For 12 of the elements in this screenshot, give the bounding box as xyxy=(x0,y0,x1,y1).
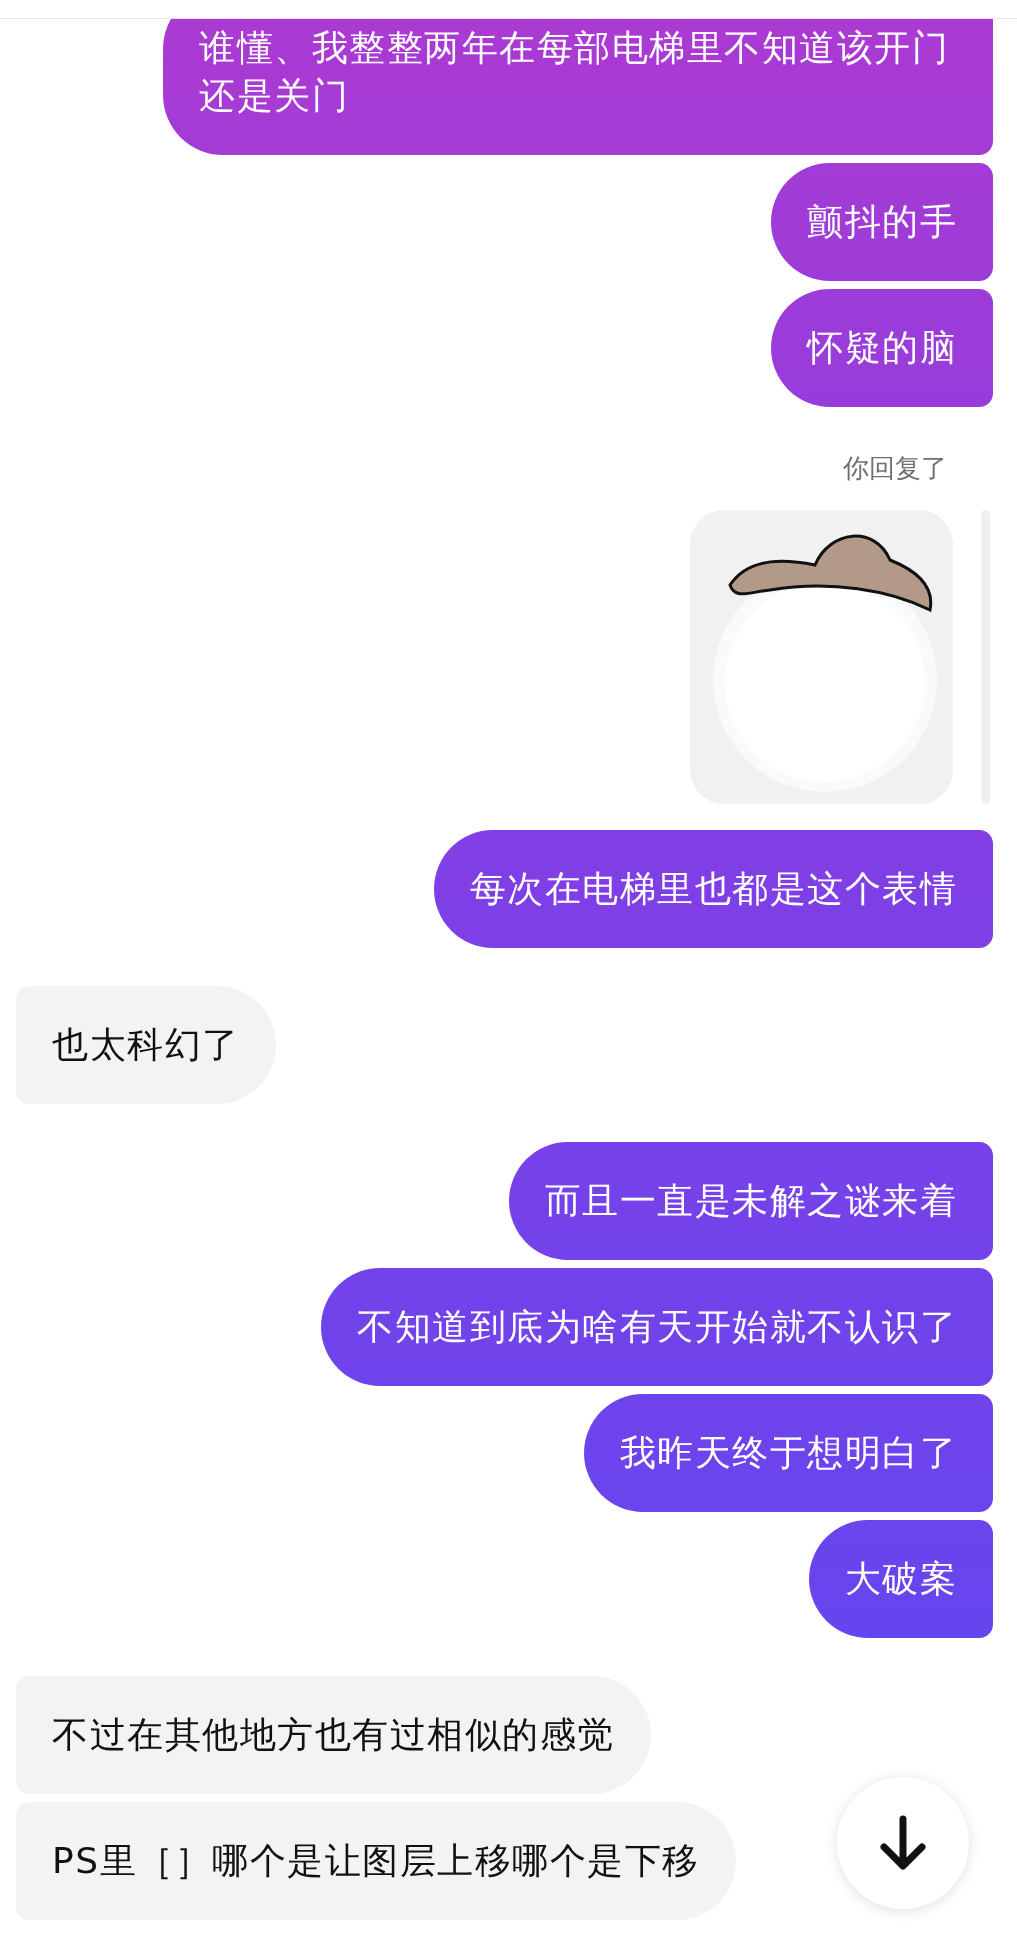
sent-message: 每次在电梯里也都是这个表情 xyxy=(433,830,993,948)
sent-message: 颤抖的手 xyxy=(771,163,993,281)
received-message: 也太科幻了 xyxy=(16,986,276,1104)
sent-message: 大破案 xyxy=(808,1520,993,1638)
received-message: PS里［］哪个是让图层上移哪个是下移 xyxy=(16,1802,736,1920)
sent-message: 我昨天终于想明白了 xyxy=(583,1394,993,1512)
arrow-down-icon xyxy=(878,1815,928,1871)
sent-message: 怀疑的脑 xyxy=(771,289,993,407)
received-message: 不过在其他地方也有过相似的感觉 xyxy=(16,1676,651,1794)
sent-message: 而且一直是未解之谜来着 xyxy=(508,1142,993,1260)
sent-message: 不知道到底为啥有天开始就不认识了 xyxy=(321,1268,993,1386)
reply-label: 你回复了 xyxy=(843,452,947,485)
